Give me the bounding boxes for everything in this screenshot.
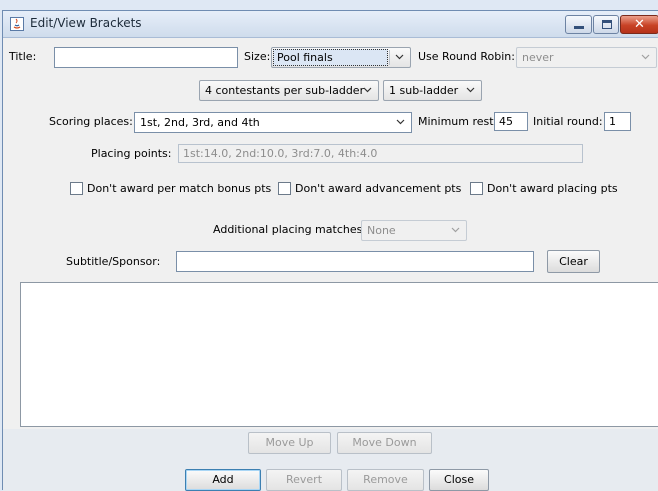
close-icon: ✕: [634, 17, 645, 32]
round-robin-value: never: [522, 51, 554, 64]
no-advancement-pts-checkbox[interactable]: [278, 182, 291, 195]
minimize-icon: [574, 26, 584, 29]
scoring-places-dropdown[interactable]: 1st, 2nd, 3rd, and 4th: [134, 112, 412, 133]
no-bonus-pts-checkbox[interactable]: [70, 182, 83, 195]
remove-button[interactable]: Remove: [347, 469, 424, 491]
brackets-list[interactable]: [20, 282, 658, 427]
minimize-button[interactable]: [565, 15, 592, 34]
size-selected-box: Pool finals: [273, 49, 388, 66]
size-dropdown[interactable]: Pool finals: [271, 47, 411, 68]
window-title: Edit/View Brackets: [30, 16, 142, 30]
subladder-value: 1 sub-ladder: [389, 84, 459, 97]
round-robin-label: Use Round Robin:: [418, 50, 515, 63]
java-app-icon: [10, 17, 24, 31]
move-down-button[interactable]: Move Down: [337, 432, 432, 454]
chevron-down-icon: [363, 87, 372, 93]
placing-points-label: Placing points:: [91, 147, 172, 160]
add-button[interactable]: Add: [185, 469, 261, 491]
subtitle-sponsor-label: Subtitle/Sponsor:: [66, 255, 161, 268]
no-bonus-pts-label: Don't award per match bonus pts: [87, 182, 272, 195]
move-up-button[interactable]: Move Up: [248, 432, 331, 454]
round-robin-dropdown[interactable]: never: [516, 47, 657, 68]
no-advancement-pts-label: Don't award advancement pts: [295, 182, 462, 195]
no-placing-pts-label: Don't award placing pts: [487, 182, 618, 195]
title-bar[interactable]: Edit/View Brackets ✕: [3, 11, 658, 38]
title-input[interactable]: [54, 47, 238, 68]
maximize-button[interactable]: [593, 15, 619, 34]
size-label: Size:: [244, 50, 271, 63]
title-label: Title:: [9, 50, 37, 63]
chevron-down-icon: [466, 87, 475, 93]
scoring-places-label: Scoring places:: [49, 115, 133, 128]
additional-placing-value: None: [367, 224, 396, 237]
additional-placing-label: Additional placing matches:: [213, 223, 367, 236]
chevron-down-icon: [395, 54, 404, 60]
no-placing-pts-checkbox[interactable]: [470, 182, 483, 195]
minimum-rest-input[interactable]: 45: [494, 112, 528, 131]
size-dropdown-value: Pool finals: [277, 51, 333, 64]
close-button[interactable]: Close: [429, 469, 489, 491]
scoring-places-value: 1st, 2nd, 3rd, and 4th: [140, 116, 260, 129]
chevron-down-icon: [451, 227, 460, 233]
initial-round-label: Initial round:: [533, 115, 603, 128]
minimum-rest-label: Minimum rest:: [418, 115, 498, 128]
subtitle-sponsor-input[interactable]: [176, 251, 534, 272]
revert-button[interactable]: Revert: [266, 469, 342, 491]
size-dropdown-divider: [389, 50, 390, 65]
edit-brackets-window: Edit/View Brackets ✕ Title: Size: Pool f…: [2, 10, 658, 491]
additional-placing-dropdown[interactable]: None: [361, 220, 467, 241]
close-window-button[interactable]: ✕: [620, 15, 658, 34]
chevron-down-icon: [396, 119, 405, 125]
contestants-dropdown[interactable]: 4 contestants per sub-ladder: [199, 80, 379, 101]
clear-button[interactable]: Clear: [547, 250, 600, 273]
maximize-icon: [602, 20, 612, 29]
initial-round-input[interactable]: 1: [604, 112, 631, 131]
subladder-dropdown[interactable]: 1 sub-ladder: [383, 80, 482, 101]
placing-points-input[interactable]: 1st:14.0, 2nd:10.0, 3rd:7.0, 4th:4.0: [178, 144, 583, 163]
contestants-value: 4 contestants per sub-ladder: [205, 84, 365, 97]
chevron-down-icon: [641, 54, 650, 60]
